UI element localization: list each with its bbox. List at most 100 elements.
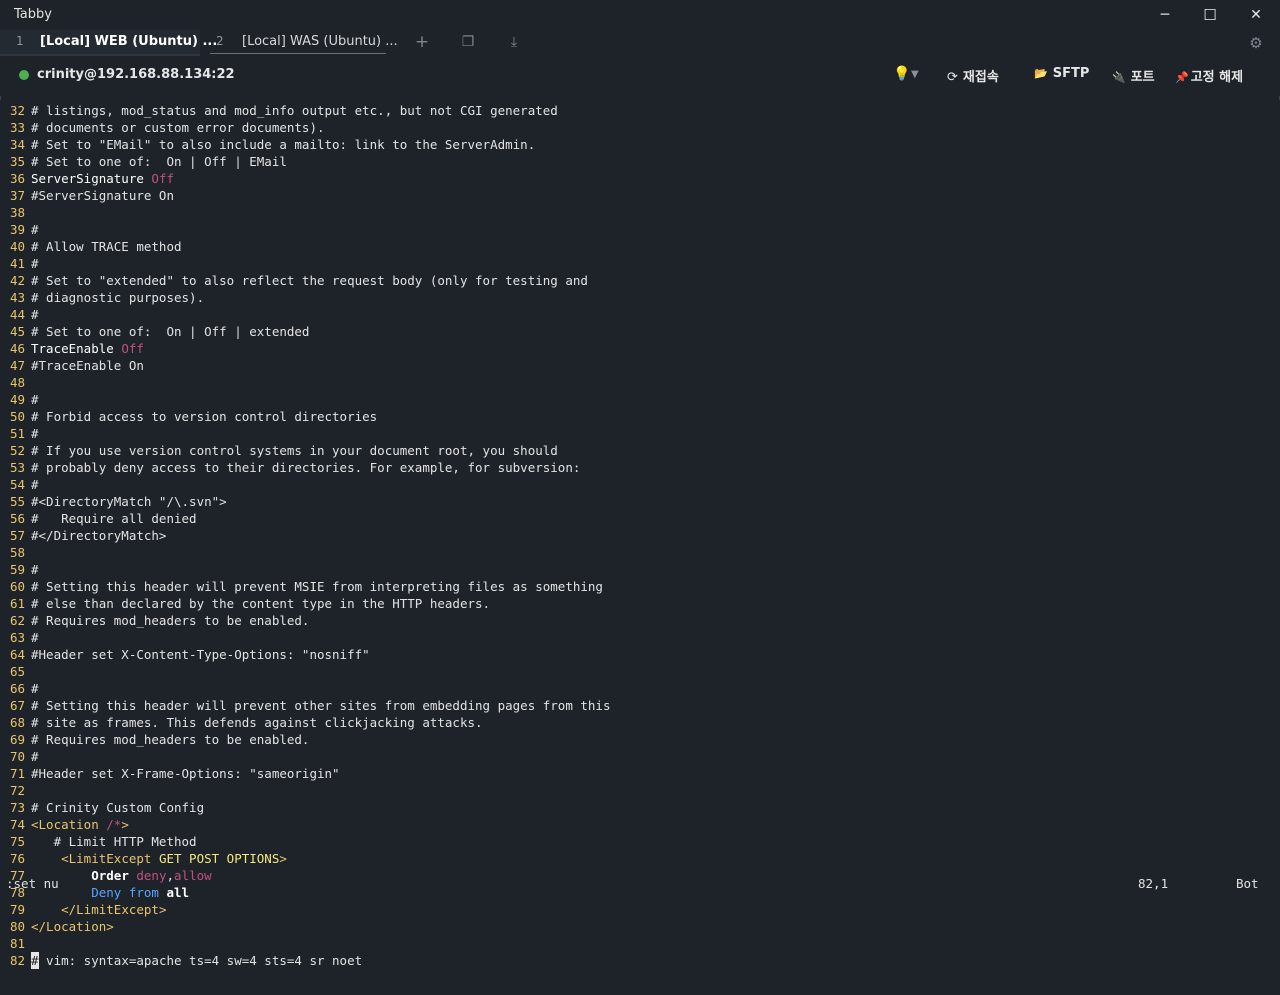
terminal-line: 41 # <box>0 255 39 272</box>
line-text: # <box>31 681 39 696</box>
line-number: 74 <box>10 817 26 832</box>
line-text: # Require all denied <box>31 511 197 526</box>
reconnect-button[interactable]: ⟳ 재접속 <box>947 66 999 85</box>
line-text: # Set to one of: On | Off | EMail <box>31 154 287 169</box>
terminal-line: 70 # <box>0 748 39 765</box>
line-number: 53 <box>10 460 26 475</box>
line-text: <Location <box>31 817 107 832</box>
line-number: 58 <box>10 545 26 560</box>
app-title: Tabby <box>14 7 52 22</box>
terminal-line: 68 # site as frames. This defends against… <box>0 714 483 731</box>
line-text: # Crinity Custom Config <box>31 800 205 815</box>
line-number: 54 <box>10 477 26 492</box>
bulb-icon[interactable]: 💡 <box>893 66 910 82</box>
terminal-line: 69 # Requires mod_headers to be enabled. <box>0 731 309 748</box>
line-number: 79 <box>10 902 26 917</box>
terminal-line: 67 # Setting this header will prevent oth… <box>0 697 610 714</box>
line-number: 73 <box>10 800 26 815</box>
tab-was[interactable]: 2 [Local] WAS (Ubuntu) ... <box>200 30 400 56</box>
terminal-output[interactable]: 32 # listings, mod_status and mod_info ou… <box>0 100 1280 995</box>
terminal-line: 72 <box>0 782 31 799</box>
line-text: # else than declared by the content type… <box>31 596 491 611</box>
line-text <box>31 902 61 917</box>
line-text: # Setting this header will prevent other… <box>31 698 611 713</box>
line-text: #<DirectoryMatch "/\.svn"> <box>31 494 227 509</box>
terminal-line: 76 <LimitExcept GET POST OPTIONS> <box>0 850 287 867</box>
cursor-position: 82,1 <box>1138 876 1169 891</box>
line-text: /* <box>106 817 122 832</box>
terminal-line: 65 <box>0 663 31 680</box>
line-text: vim: syntax=apache ts=4 sw=4 sts=4 sr no… <box>38 953 363 968</box>
terminal-line: 40 # Allow TRACE method <box>0 238 182 255</box>
line-number: 70 <box>10 749 26 764</box>
close-icon[interactable]: ✕ <box>1236 4 1276 26</box>
line-text: # diagnostic purposes). <box>31 290 205 305</box>
line-text: # <box>31 256 39 271</box>
line-text: # Requires mod_headers to be enabled. <box>31 732 310 747</box>
line-text: , <box>166 868 175 883</box>
line-number: 51 <box>10 426 26 441</box>
line-text: </LimitExcept> <box>61 902 167 917</box>
line-text: TraceEnable <box>31 341 122 356</box>
reconnect-label: 재접속 <box>962 70 999 85</box>
maximize-icon[interactable]: ☐ <box>1190 4 1230 26</box>
line-number: 50 <box>10 409 26 424</box>
line-text: #ServerSignature On <box>31 188 174 203</box>
line-text: Off <box>151 171 174 186</box>
terminal-line: 37 #ServerSignature On <box>0 187 174 204</box>
terminal-line: 79 </LimitExcept> <box>0 901 166 918</box>
window-icon[interactable]: ❐ <box>457 34 479 52</box>
terminal-line: 73 # Crinity Custom Config <box>0 799 204 816</box>
line-text: # <box>31 222 39 237</box>
terminal-line: 52 # If you use version control systems i… <box>0 442 558 459</box>
line-text: # <box>31 749 39 764</box>
line-text: allow <box>174 868 212 883</box>
terminal-line: 32 # listings, mod_status and mod_info ou… <box>0 102 558 119</box>
add-tab-icon[interactable]: + <box>411 32 433 52</box>
line-text: # If you use version control systems in … <box>31 443 558 458</box>
terminal-line: 71 #Header set X-Frame-Options: "sameorig… <box>0 765 340 782</box>
terminal-cursor: # <box>31 952 39 969</box>
download-icon[interactable]: ⤓ <box>503 34 525 52</box>
terminal-line: 64 #Header set X-Content-Type-Options: "n… <box>0 646 370 663</box>
line-text: > <box>279 851 287 866</box>
line-number: 42 <box>10 273 26 288</box>
ports-button[interactable]: 🔌 포트 <box>1112 66 1155 85</box>
chevron-down-icon[interactable]: ▼ <box>911 69 919 80</box>
line-number: 59 <box>10 562 26 577</box>
terminal-line: 62 # Requires mod_headers to be enabled. <box>0 612 309 629</box>
terminal-line: 43 # diagnostic purposes). <box>0 289 204 306</box>
terminal-line: 46 TraceEnable Off <box>0 340 144 357</box>
line-number: 35 <box>10 154 26 169</box>
terminal-line: 35 # Set to one of: On | Off | EMail <box>0 153 287 170</box>
terminal-line: 39 # <box>0 221 39 238</box>
unpin-button[interactable]: 📌 고정 해제 <box>1175 66 1243 85</box>
line-number: 36 <box>10 171 26 186</box>
sftp-button[interactable]: 📂 SFTP <box>1034 66 1089 81</box>
unpin-label: 고정 해제 <box>1190 70 1244 85</box>
tab-number: 2 <box>216 34 224 48</box>
line-number: 61 <box>10 596 26 611</box>
line-number: 68 <box>10 715 26 730</box>
line-text: from <box>128 885 167 900</box>
terminal-line: 58 <box>0 544 31 561</box>
terminal-line: 44 # <box>0 306 39 323</box>
terminal-line: 74 <Location /*> <box>0 816 129 833</box>
line-text: # site as frames. This defends against c… <box>31 715 483 730</box>
line-number: 46 <box>10 341 26 356</box>
terminal-line: 42 # Set to "extended" to also reflect th… <box>0 272 588 289</box>
minimize-icon[interactable]: ─ <box>1145 4 1185 26</box>
line-number: 40 <box>10 239 26 254</box>
tab-web[interactable]: 1 [Local] WEB (Ubuntu) ... <box>0 30 217 56</box>
settings-gear-icon[interactable]: ⚙ <box>1245 34 1267 52</box>
line-text: # Allow TRACE method <box>31 239 182 254</box>
line-number: 38 <box>10 205 26 220</box>
line-text: #</DirectoryMatch> <box>31 528 167 543</box>
terminal-line: 49 # <box>0 391 39 408</box>
line-number: 44 <box>10 307 26 322</box>
line-text: # <box>31 307 39 322</box>
line-number: 63 <box>10 630 26 645</box>
line-number: 69 <box>10 732 26 747</box>
line-number: 33 <box>10 120 26 135</box>
line-text: deny <box>136 868 167 883</box>
